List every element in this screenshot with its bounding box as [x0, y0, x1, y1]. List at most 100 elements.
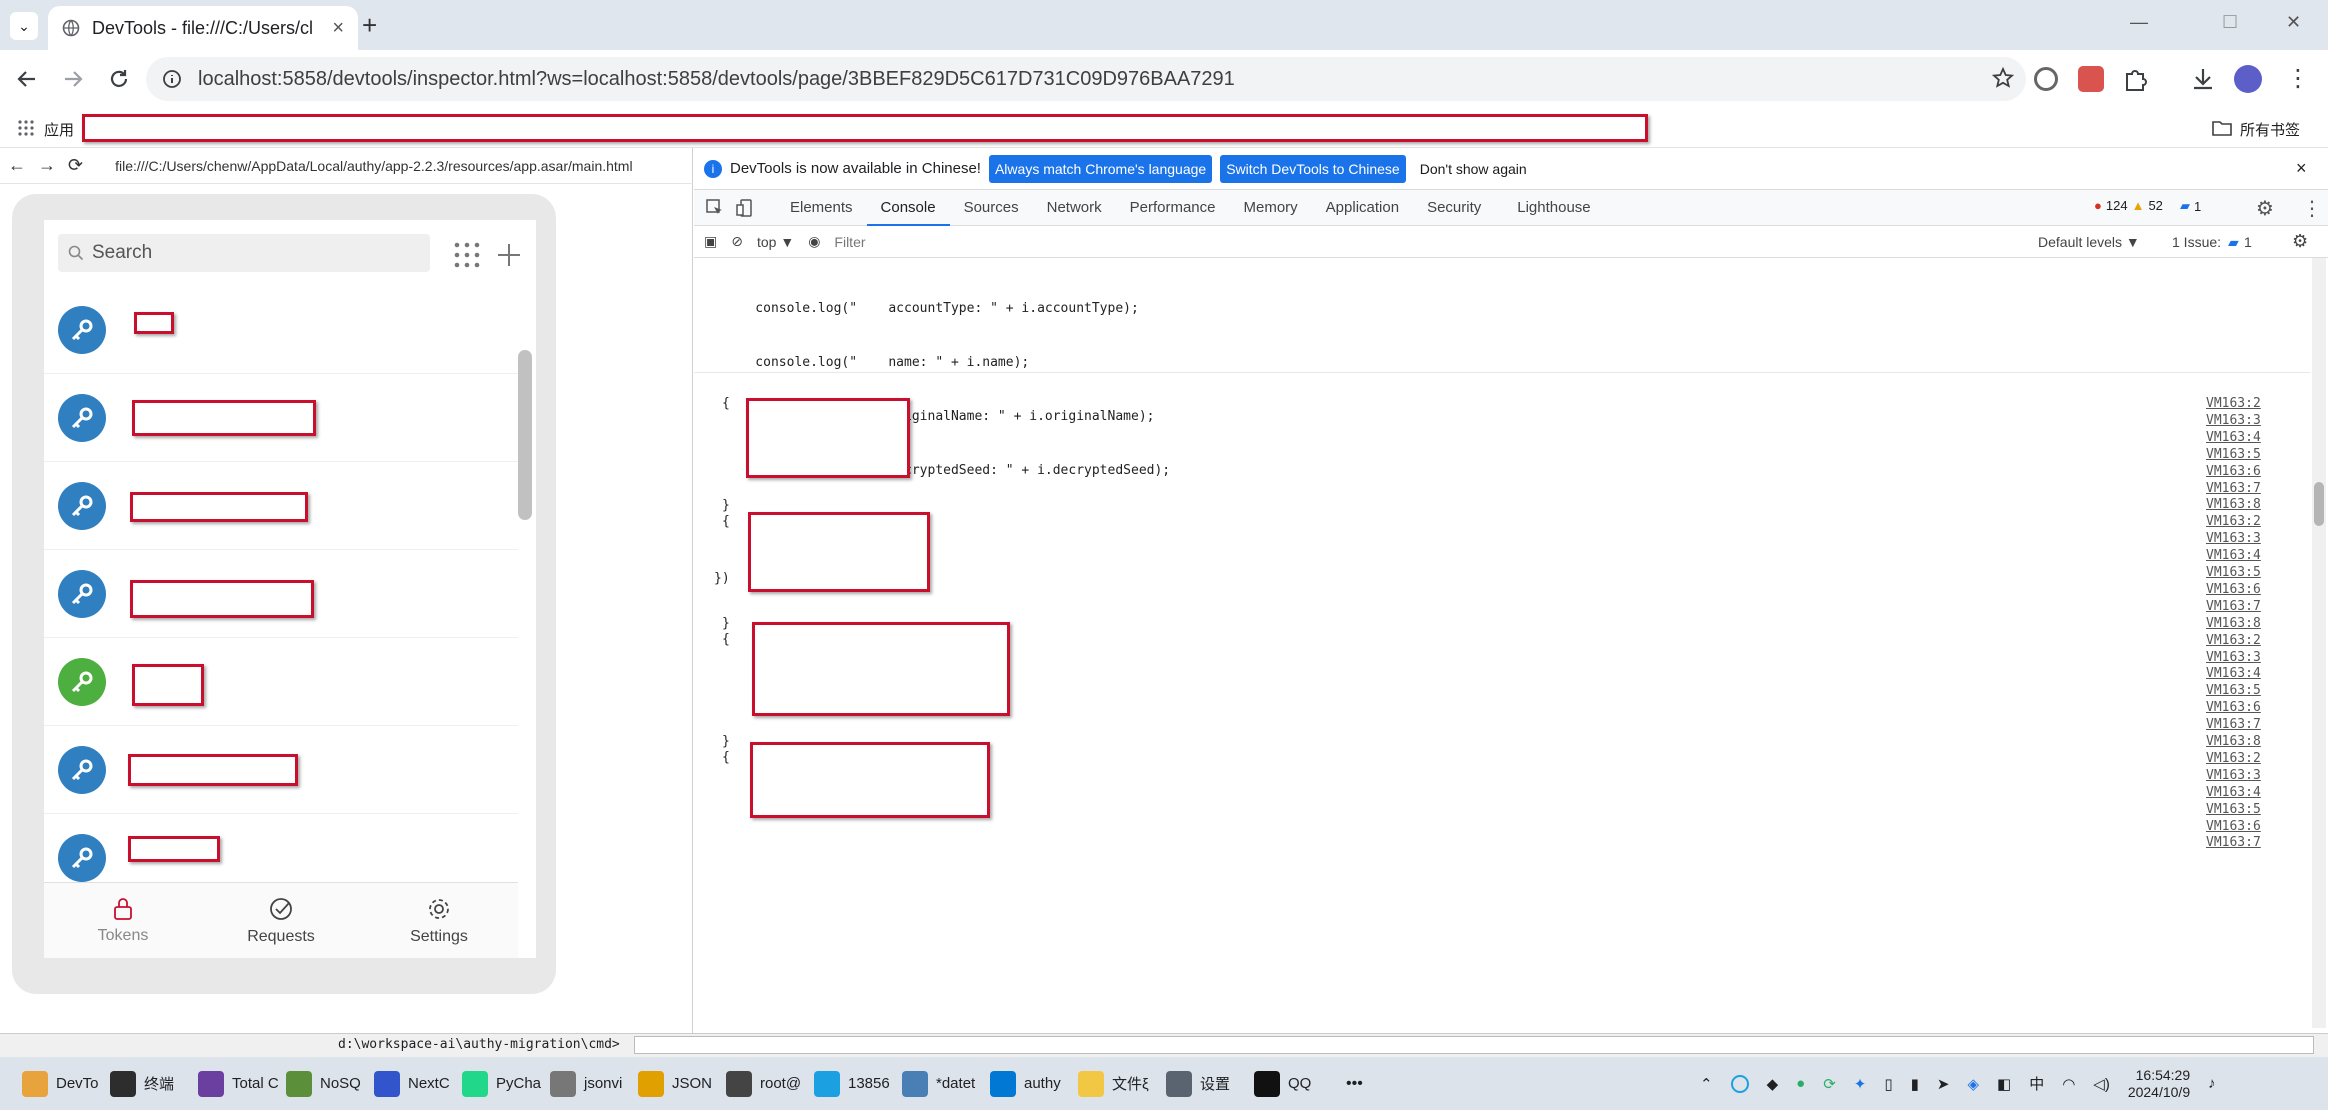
default-levels-dropdown[interactable]: Default levels ▼	[2038, 234, 2140, 250]
electron-back-icon[interactable]: ←	[8, 155, 26, 176]
nav-tokens[interactable]: Tokens	[44, 883, 202, 958]
extension-red-icon[interactable]	[2078, 66, 2104, 92]
vm-source-link[interactable]: VM163:3	[2206, 531, 2261, 546]
taskbar-app[interactable]: NoSQ	[278, 1057, 366, 1110]
maximize-button[interactable]: ☐	[2222, 12, 2238, 33]
tray-send-icon[interactable]: ➤	[1937, 1075, 1950, 1093]
account-list-scrollbar[interactable]	[518, 350, 532, 520]
vm-source-link[interactable]: VM163:2	[2206, 633, 2261, 648]
all-bookmarks[interactable]: 所有书签	[2240, 119, 2300, 140]
vm-source-link[interactable]: VM163:7	[2206, 717, 2261, 732]
tab-elements[interactable]: Elements	[776, 190, 867, 226]
notification-bell-icon[interactable]: ♪	[2208, 1075, 2216, 1092]
cmd-input[interactable]	[634, 1036, 2314, 1054]
vm-source-link[interactable]: VM163:8	[2206, 616, 2261, 631]
electron-forward-icon[interactable]: →	[38, 155, 56, 176]
devtools-settings-icon[interactable]: ⚙	[2256, 196, 2274, 221]
bookmark-star-icon[interactable]	[1992, 67, 2014, 89]
filter-input[interactable]: Filter	[834, 234, 1934, 250]
minimize-button[interactable]: —	[2130, 12, 2148, 33]
tab-lighthouse[interactable]: Lighthouse	[1503, 190, 1604, 226]
vm-source-link[interactable]: VM163:8	[2206, 734, 2261, 749]
vm-source-link[interactable]: VM163:5	[2206, 802, 2261, 817]
extensions-puzzle-icon[interactable]	[2122, 66, 2148, 92]
forward-arrow-icon[interactable]	[62, 68, 84, 90]
vm-source-link[interactable]: VM163:2	[2206, 751, 2261, 766]
vm-source-link[interactable]: VM163:5	[2206, 683, 2261, 698]
apps-label[interactable]: 应用	[44, 119, 74, 140]
cmd-prompt[interactable]: d:\workspace-ai\authy-migration\cmd>	[338, 1037, 620, 1052]
profile-avatar[interactable]	[2234, 65, 2262, 93]
console-settings-icon[interactable]: ⚙	[2292, 231, 2308, 252]
tab-close-icon[interactable]: ×	[332, 17, 344, 40]
reload-icon[interactable]	[108, 68, 130, 90]
menu-kebab-icon[interactable]: ⋮	[2286, 64, 2310, 93]
inspect-element-icon[interactable]	[706, 198, 724, 217]
error-warning-counter[interactable]: ● 124 ▲ 52	[2094, 198, 2163, 213]
taskbar-app[interactable]: JSON	[630, 1057, 718, 1110]
vm-source-link[interactable]: VM163:3	[2206, 768, 2261, 783]
tray-app2-icon[interactable]: ▮	[1911, 1075, 1919, 1093]
console-scroll-thumb[interactable]	[2314, 482, 2324, 526]
vm-source-link[interactable]: VM163:4	[2206, 666, 2261, 681]
vm-source-link[interactable]: VM163:6	[2206, 819, 2261, 834]
nav-requests[interactable]: Requests	[202, 883, 360, 958]
tab-console[interactable]: Console	[866, 190, 950, 226]
account-row[interactable]	[44, 638, 518, 726]
switch-chinese-button[interactable]: Switch DevTools to Chinese	[1220, 154, 1406, 183]
taskbar-app[interactable]: Total C	[190, 1057, 278, 1110]
ime-indicator[interactable]: 中	[2029, 1073, 2044, 1094]
clock[interactable]: 16:54:29 2024/10/9	[2128, 1067, 2190, 1101]
console-scrollbar[interactable]	[2312, 258, 2326, 1028]
device-toggle-icon[interactable]	[736, 198, 754, 217]
tray-sync-icon[interactable]: ⟳	[1823, 1075, 1836, 1093]
taskbar-app[interactable]: DevTo	[14, 1057, 102, 1110]
message-counter[interactable]: ▰ 1	[2180, 198, 2201, 214]
back-arrow-icon[interactable]	[16, 68, 38, 90]
wifi-icon[interactable]: ◠	[2062, 1075, 2075, 1093]
sidebar-toggle-icon[interactable]: ▣	[704, 233, 717, 250]
vm-source-link[interactable]: VM163:2	[2206, 396, 2261, 411]
live-expression-eye-icon[interactable]: ◉	[808, 233, 820, 250]
vm-source-link[interactable]: VM163:8	[2206, 497, 2261, 512]
download-icon[interactable]	[2190, 66, 2216, 92]
tray-device-icon[interactable]: ▯	[1884, 1075, 1892, 1093]
taskbar-app[interactable]: root@	[718, 1057, 806, 1110]
taskbar-more-icon[interactable]: •••	[1346, 1075, 1363, 1093]
tray-app-icon[interactable]	[1730, 1074, 1749, 1093]
volume-icon[interactable]: ◁)	[2093, 1075, 2110, 1093]
tab-memory[interactable]: Memory	[1230, 190, 1312, 226]
taskbar-app[interactable]: QQ	[1246, 1057, 1334, 1110]
vm-source-link[interactable]: VM163:6	[2206, 700, 2261, 715]
taskbar-app[interactable]: 设置	[1158, 1057, 1246, 1110]
taskbar-app[interactable]: 文件ξ	[1070, 1057, 1158, 1110]
add-icon[interactable]	[496, 242, 522, 268]
match-language-button[interactable]: Always match Chrome's language	[988, 154, 1213, 183]
taskbar-app[interactable]: 终端	[102, 1057, 190, 1110]
context-selector[interactable]: top ▼	[757, 234, 794, 250]
window-close-button[interactable]: ✕	[2286, 12, 2301, 33]
tab-devtools[interactable]: DevTools - file:///C:/Users/cl ×	[48, 6, 358, 50]
taskbar-app[interactable]: NextC	[366, 1057, 454, 1110]
search-input[interactable]: Search	[58, 234, 430, 272]
tab-sources[interactable]: Sources	[950, 190, 1033, 226]
nav-settings[interactable]: Settings	[360, 883, 518, 958]
tray-wechat-icon[interactable]: ●	[1796, 1075, 1805, 1092]
vm-source-link[interactable]: VM163:4	[2206, 548, 2261, 563]
account-row[interactable]	[44, 374, 518, 462]
account-row[interactable]	[44, 726, 518, 814]
account-row[interactable]	[44, 550, 518, 638]
tab-network[interactable]: Network	[1033, 190, 1116, 226]
tray-shield-icon[interactable]: ◈	[1967, 1075, 1979, 1093]
electron-reload-icon[interactable]: ⟳	[68, 155, 83, 176]
vm-source-link[interactable]: VM163:4	[2206, 430, 2261, 445]
taskbar-app[interactable]: PyCha	[454, 1057, 542, 1110]
apps-grid-icon[interactable]	[18, 120, 34, 136]
vm-source-link[interactable]: VM163:3	[2206, 413, 2261, 428]
infobar-close-icon[interactable]: ×	[2296, 158, 2307, 179]
vm-source-link[interactable]: VM163:3	[2206, 650, 2261, 665]
tray-chevron-icon[interactable]: ⌃	[1700, 1075, 1713, 1093]
vm-source-link[interactable]: VM163:7	[2206, 481, 2261, 496]
tab-performance[interactable]: Performance	[1116, 190, 1230, 226]
new-tab-button[interactable]: +	[362, 10, 377, 41]
